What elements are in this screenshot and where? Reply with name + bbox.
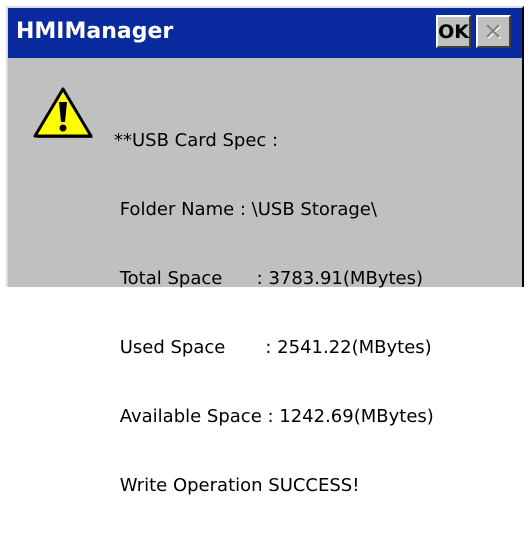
- ok-button[interactable]: OK: [436, 15, 471, 48]
- message-line: Write Operation SUCCESS!: [114, 475, 360, 496]
- warning-icon: [33, 87, 93, 138]
- message-text: **USB Card Spec : Folder Name : \USB Sto…: [114, 83, 434, 543]
- close-button[interactable]: [476, 15, 511, 48]
- title-bar[interactable]: HMIManager OK: [8, 8, 522, 58]
- dialog-content: **USB Card Spec : Folder Name : \USB Sto…: [8, 58, 522, 496]
- message-dialog: HMIManager OK **USB Card Spec : Folder N…: [6, 6, 524, 496]
- message-line: Used Space : 2541.22(MBytes): [114, 337, 432, 358]
- message-line: Folder Name : \USB Storage\: [114, 199, 377, 220]
- window-title: HMIManager: [16, 19, 174, 44]
- message-line: **USB Card Spec :: [114, 130, 279, 151]
- close-icon: [485, 23, 501, 39]
- message-line: Available Space : 1242.69(MBytes): [114, 406, 434, 427]
